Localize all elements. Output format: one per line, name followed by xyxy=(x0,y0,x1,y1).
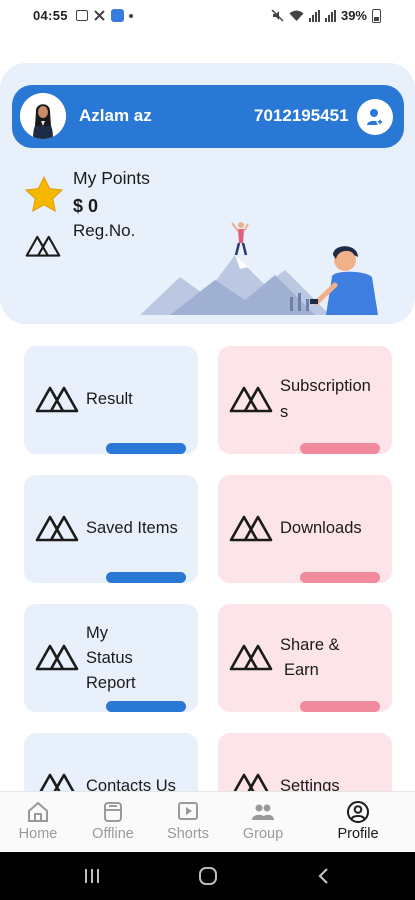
user-phone: 7012195451 xyxy=(254,106,349,125)
points-label: My Points xyxy=(73,168,150,188)
tile-downloads[interactable]: Downloads xyxy=(218,475,392,583)
points-value: $ 0 xyxy=(73,196,99,216)
app-logo-icon xyxy=(35,386,79,413)
signal-icon xyxy=(308,9,320,22)
tile-label-continued: Report xyxy=(86,674,136,692)
status-time: 04:55 xyxy=(33,8,68,23)
image-icon xyxy=(76,10,88,21)
android-navigation-bar xyxy=(0,852,415,900)
signal-icon xyxy=(324,9,336,22)
app-logo-icon xyxy=(35,515,79,542)
app-logo-icon xyxy=(229,515,273,542)
nav-label: Home xyxy=(18,826,58,842)
wifi-icon xyxy=(289,10,304,21)
nav-label: Shorts xyxy=(167,826,209,842)
nav-label: Profile xyxy=(337,826,379,842)
tile-label: Share & xyxy=(280,636,340,654)
back-icon[interactable] xyxy=(317,867,329,885)
system-icons: 39% xyxy=(271,8,381,23)
app-badge-icon xyxy=(111,9,124,22)
offline-icon xyxy=(104,802,122,822)
tile-accent-bar xyxy=(300,443,380,454)
play-icon xyxy=(178,802,198,820)
battery-icon xyxy=(372,8,381,23)
nav-shorts[interactable]: Shorts xyxy=(148,792,228,853)
star-icon xyxy=(25,176,63,212)
crossed-tools-icon xyxy=(94,10,105,21)
app-logo-icon xyxy=(229,386,273,413)
group-icon xyxy=(252,804,274,820)
battery-percent: 39% xyxy=(340,8,367,23)
tile-accent-bar xyxy=(300,572,380,583)
nav-profile[interactable]: Profile xyxy=(318,792,398,853)
profile-icon xyxy=(347,801,369,823)
tile-result[interactable]: Result xyxy=(24,346,198,454)
app-logo-icon xyxy=(25,235,61,257)
avatar[interactable] xyxy=(20,93,66,139)
dot-icon xyxy=(129,13,133,18)
tile-label: Saved Items xyxy=(86,519,178,537)
tile-label: Result xyxy=(86,390,133,408)
tile-label-continued: s xyxy=(280,403,289,421)
tile-saved-items[interactable]: Saved Items xyxy=(24,475,198,583)
mute-icon xyxy=(271,9,284,22)
tile-label-continued: Earn xyxy=(284,661,319,679)
nav-label: Group xyxy=(242,826,284,842)
tile-accent-bar xyxy=(300,701,380,712)
tile-share-earn[interactable]: Share & Earn xyxy=(218,604,392,712)
mountain-illustration xyxy=(140,222,378,315)
tile-label: My xyxy=(86,624,108,642)
bottom-nav: Home Offline Shorts Group Profile xyxy=(0,791,415,853)
tile-label: Downloads xyxy=(280,519,362,537)
tile-accent-bar xyxy=(106,701,186,712)
notification-icons xyxy=(76,9,133,22)
nav-home[interactable]: Home xyxy=(0,792,78,853)
tile-label: Subscription xyxy=(280,377,371,395)
app-logo-icon xyxy=(229,644,273,671)
reg-no-label: Reg.No. xyxy=(73,221,136,240)
nav-label: Offline xyxy=(92,826,134,842)
tile-accent-bar xyxy=(106,443,186,454)
tile-label-continued: Status xyxy=(86,649,133,667)
user-name: Azlam az xyxy=(79,106,152,125)
nav-offline[interactable]: Offline xyxy=(73,792,153,853)
nav-group[interactable]: Group xyxy=(223,792,303,853)
person-add-icon xyxy=(367,109,384,126)
app-logo-icon xyxy=(35,644,79,671)
home-button-icon[interactable] xyxy=(198,867,218,885)
home-icon xyxy=(28,801,48,822)
recents-icon[interactable] xyxy=(83,868,101,884)
tile-my-status-report[interactable]: My Status Report xyxy=(24,604,198,712)
tile-subscriptions[interactable]: Subscription s xyxy=(218,346,392,454)
account-button[interactable] xyxy=(357,99,393,135)
tile-accent-bar xyxy=(106,572,186,583)
status-bar: 04:55 39% xyxy=(0,0,415,32)
